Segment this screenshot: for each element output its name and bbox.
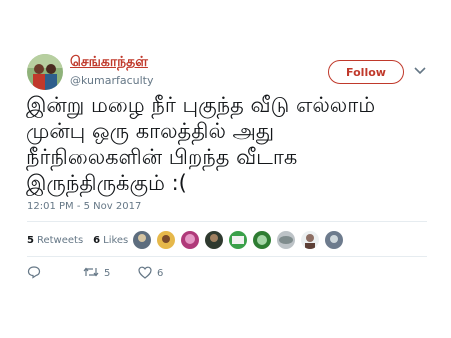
likes-stat[interactable]: 6 Likes [93,235,128,246]
heart-icon [138,264,152,283]
like-button[interactable]: 6 [138,264,163,283]
liker-avatar[interactable] [324,230,344,250]
likes-label: Likes [103,234,129,246]
retweet-count: 5 [104,267,111,279]
follow-button[interactable]: Follow [328,60,404,84]
liker-avatar[interactable] [228,230,248,250]
retweet-icon [83,264,99,283]
reply-button[interactable] [27,264,83,283]
liker-avatar[interactable] [300,230,320,250]
tweet-text: இன்று மழை நீர் புகுந்த வீடு எல்லாம் முன்… [26,93,376,195]
tweet-timestamp[interactable]: 12:01 PM - 5 Nov 2017 [27,201,141,212]
liker-avatar[interactable] [276,230,296,250]
retweet-button[interactable]: 5 [83,264,138,283]
tweet-card: செங்காந்தள் @kumarfaculty Follow இன்று ம… [0,0,451,338]
avatar[interactable] [27,54,63,90]
like-count: 6 [157,267,164,279]
liker-avatars [132,230,348,250]
liker-avatar[interactable] [180,230,200,250]
chevron-down-icon[interactable] [413,64,427,78]
tweet-actions: 5 6 [27,264,163,283]
tweet-stats: 5 Retweets 6 Likes [27,232,138,248]
liker-avatar[interactable] [132,230,152,250]
liker-avatar[interactable] [252,230,272,250]
divider [27,221,427,222]
likes-count: 6 [93,234,101,246]
reply-icon [27,264,41,283]
user-handle[interactable]: @kumarfaculty [70,74,154,87]
liker-avatar[interactable] [204,230,224,250]
display-name[interactable]: செங்காந்தள் [70,54,148,72]
retweets-label: Retweets [36,234,84,246]
liker-avatar[interactable] [156,230,176,250]
retweets-count: 5 [27,234,34,246]
retweets-stat[interactable]: 5 Retweets [27,235,83,246]
divider [27,256,427,257]
